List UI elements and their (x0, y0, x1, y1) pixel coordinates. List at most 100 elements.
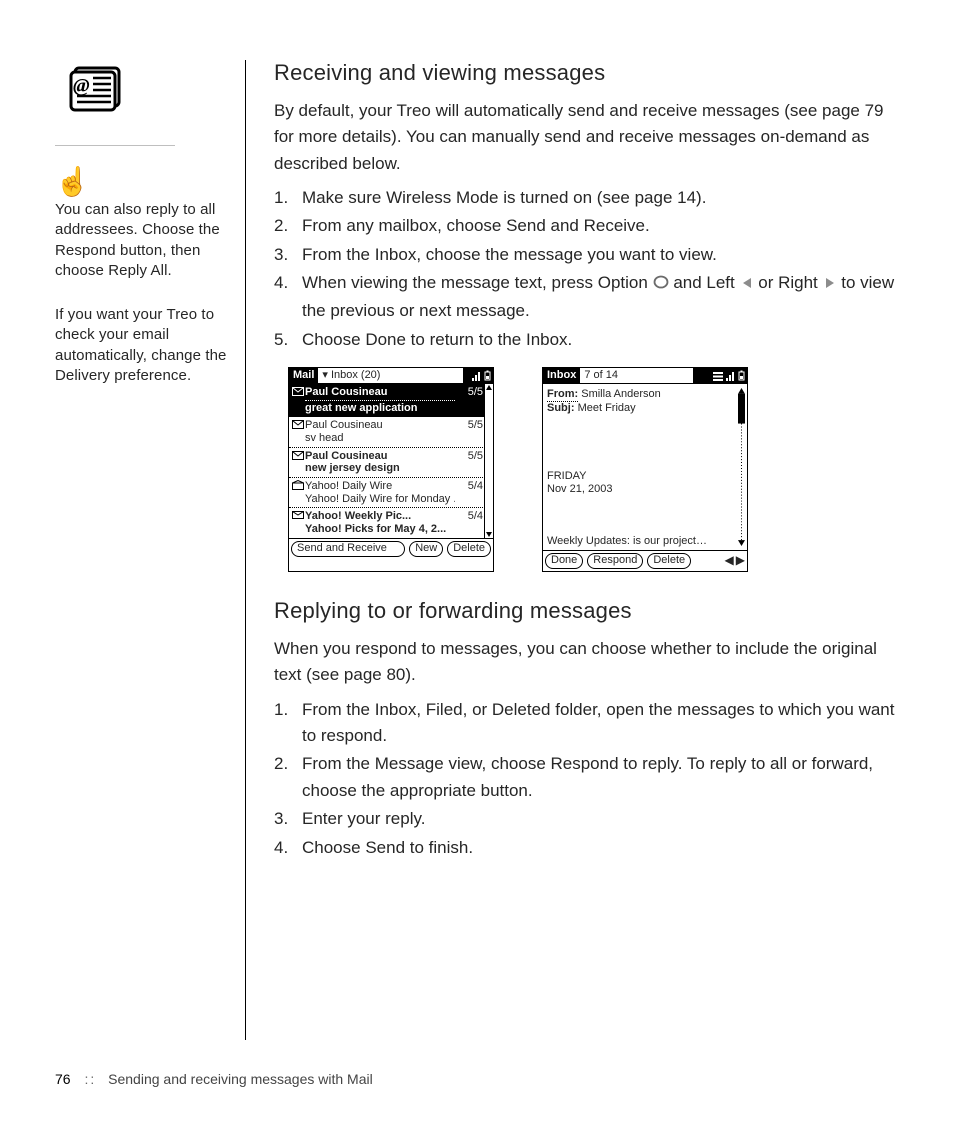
titlebar: Mail ▾ Inbox (20) (289, 368, 493, 384)
column-divider (245, 60, 246, 1040)
new-button[interactable]: New (409, 541, 443, 557)
main-content: Receiving and viewing messages By defaul… (274, 60, 899, 1040)
section-heading: Replying to or forwarding messages (274, 598, 899, 624)
message-row[interactable]: Paul Cousineau great new application 5/5 (289, 384, 485, 417)
message-date: 5/5 (455, 386, 483, 414)
left-arrow-icon (740, 272, 754, 298)
step-item: From the Inbox, Filed, or Deleted folder… (274, 697, 899, 750)
respond-button[interactable]: Respond (587, 553, 643, 569)
footer-separator: :: (84, 1071, 96, 1087)
button-bar: Done Respond Delete ◀ ▶ (543, 550, 747, 571)
message-row[interactable]: Paul Cousineau sv head 5/5 (289, 417, 485, 447)
step-item: Make sure Wireless Mode is turned on (se… (274, 185, 899, 211)
prev-arrow-icon: ◀ (725, 554, 734, 568)
message-sender: Paul Cousineau (305, 386, 455, 401)
titlebar: Inbox 7 of 14 (543, 368, 747, 384)
folder-dropdown[interactable]: ▾ Inbox (20) (318, 369, 384, 382)
message-text-line: Weekly Updates: is our project… (547, 535, 743, 548)
screenshots-row: Mail ▾ Inbox (20) (288, 367, 899, 572)
message-subject: great new application (305, 402, 455, 415)
step-text: When viewing the message text, press Opt… (302, 273, 648, 292)
svg-text:@: @ (73, 75, 90, 97)
manual-page: @ ☝ You can also reply to all addressees… (0, 0, 954, 1132)
message-date: 5/5 (455, 419, 483, 444)
scrollbar[interactable] (738, 388, 745, 546)
message-sender: Yahoo! Weekly Pic... (305, 510, 455, 523)
message-list: Paul Cousineau great new application 5/5 (289, 384, 493, 537)
envelope-open-icon (291, 419, 305, 444)
page-footer: 76 :: Sending and receiving messages wit… (55, 1071, 373, 1087)
subj-label: Subj: (547, 402, 575, 414)
message-counter: 7 of 14 (580, 369, 622, 382)
section-intro: By default, your Treo will automatically… (274, 98, 899, 177)
envelope-closed-icon (291, 510, 305, 535)
subj-line: Subj: Meet Friday (547, 402, 743, 415)
envelope-open-icon (291, 480, 305, 505)
dropdown-arrow-icon: ▾ (322, 369, 328, 382)
message-row[interactable]: Yahoo! Weekly Pic... Yahoo! Picks for Ma… (289, 508, 485, 537)
message-subject: Yahoo! Picks for May 4, 2... (305, 523, 455, 536)
message-sender: Yahoo! Daily Wire (305, 480, 455, 493)
message-subject: new jersey design (305, 462, 455, 475)
delete-button[interactable]: Delete (447, 541, 491, 557)
step-text: or Right (758, 273, 818, 292)
mail-message-screenshot: Inbox 7 of 14 From: Smilla (542, 367, 748, 572)
mail-chapter-icon: @ (55, 60, 235, 125)
message-date: 5/4 (455, 510, 483, 535)
app-title: Mail (289, 368, 318, 383)
from-value: Smilla Anderson (581, 388, 661, 400)
sidebar-tip-2: If you want your Treo to check your emai… (55, 305, 235, 386)
message-row[interactable]: Yahoo! Daily Wire Yahoo! Daily Wire for … (289, 478, 485, 508)
battery-icon (738, 370, 745, 381)
scroll-up-icon (485, 384, 493, 392)
message-row[interactable]: Paul Cousineau new jersey design 5/5 (289, 448, 485, 478)
section-intro: When you respond to messages, you can ch… (274, 636, 899, 689)
option-key-icon (653, 272, 669, 298)
step-item: Choose Done to return to the Inbox. (274, 327, 899, 353)
counter-text: 7 of 14 (584, 369, 618, 382)
sidebar-divider (55, 145, 175, 146)
folder-label: Inbox (20) (331, 369, 381, 382)
list-icon (713, 371, 723, 381)
point-hand-icon: ☝ (55, 168, 235, 196)
chapter-title: Sending and receiving messages with Mail (108, 1071, 373, 1087)
envelope-open-icon (291, 450, 305, 475)
message-date: 5/5 (455, 450, 483, 475)
done-button[interactable]: Done (545, 553, 583, 569)
battery-icon (484, 370, 491, 381)
section-heading: Receiving and viewing messages (274, 60, 899, 86)
scroll-down-icon (485, 530, 493, 538)
button-bar: Send and Receive New Delete (289, 538, 493, 559)
signal-icon (726, 371, 736, 381)
status-tray (463, 368, 493, 383)
sidebar-tip-1: You can also reply to all addressees. Ch… (55, 200, 235, 281)
from-label: From: (547, 388, 578, 402)
mail-inbox-screenshot: Mail ▾ Inbox (20) (288, 367, 494, 572)
message-sender: Paul Cousineau (305, 419, 455, 432)
next-arrow-icon: ▶ (736, 554, 745, 568)
message-text-line: Nov 21, 2003 (547, 483, 743, 496)
app-title: Inbox (543, 368, 580, 383)
message-date: 5/4 (455, 480, 483, 505)
signal-icon (472, 371, 482, 381)
steps-list-2: From the Inbox, Filed, or Deleted folder… (274, 697, 899, 861)
scrollbar[interactable] (484, 384, 493, 537)
envelope-open-icon (291, 386, 305, 414)
delete-button[interactable]: Delete (647, 553, 691, 569)
prev-next-nav[interactable]: ◀ ▶ (725, 554, 745, 568)
message-subject: Yahoo! Daily Wire for Monday ... (305, 493, 455, 506)
step-item: Enter your reply. (274, 806, 899, 832)
step-item: When viewing the message text, press Opt… (274, 270, 899, 325)
right-arrow-icon (823, 272, 837, 298)
message-subject: sv head (305, 432, 455, 445)
step-item: Choose Send to finish. (274, 835, 899, 861)
step-item: From the Inbox, choose the message you w… (274, 242, 899, 268)
status-tray (693, 368, 747, 383)
step-item: From the Message view, choose Respond to… (274, 751, 899, 804)
page-number: 76 (55, 1071, 71, 1087)
message-sender: Paul Cousineau (305, 450, 455, 463)
subj-value: Meet Friday (578, 402, 636, 414)
message-text-line: FRIDAY (547, 470, 743, 483)
send-receive-button[interactable]: Send and Receive (291, 541, 405, 557)
message-body: From: Smilla Anderson Subj: Meet Friday … (543, 384, 747, 550)
